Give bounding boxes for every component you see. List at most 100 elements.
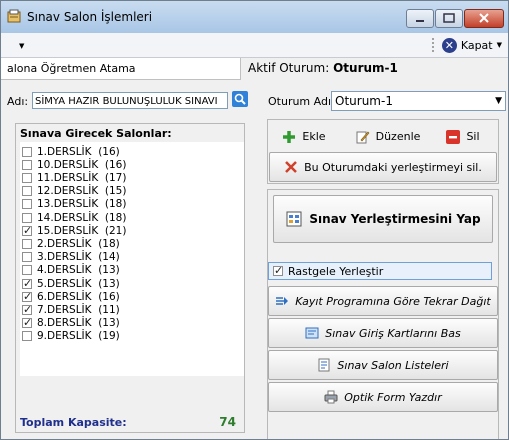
capacity-value: 74 [219, 415, 236, 429]
salon-list-item[interactable]: 7.DERSLİK (11) [22, 303, 120, 316]
salon-checkbox[interactable] [22, 277, 32, 290]
chevron-down-icon: ▼ [495, 96, 502, 106]
print-optik-label: Optik Form Yazdır [344, 390, 442, 404]
salon-checkbox[interactable] [22, 290, 32, 303]
redistribute-icon [276, 297, 289, 305]
salon-label: 7.DERSLİK (11) [37, 303, 120, 316]
salon-list-item[interactable]: 10.DERSLİK (16) [22, 158, 126, 171]
salon-checkbox[interactable] [22, 331, 32, 342]
salon-list-item[interactable]: 9.DERSLİK (19) [22, 330, 120, 343]
close-icon: ✕ [441, 37, 457, 53]
random-placement-checkbox[interactable] [273, 264, 283, 277]
salon-checkbox[interactable] [22, 316, 32, 329]
delete-button[interactable]: Sil [438, 124, 488, 149]
add-label: Ekle [302, 130, 326, 143]
salon-list-item[interactable]: 1.DERSLİK (16) [22, 145, 120, 158]
left-pane: Adı: SİMYA HAZIR BULUNUŞLULUK SINAVI Sın… [1, 83, 257, 439]
clear-placement-button[interactable]: Bu Oturumdaki yerleştirmeyi sil. [269, 152, 497, 182]
session-select[interactable]: Oturum-1 ▼ [331, 91, 506, 111]
close-dropdown-icon: ▼ [496, 41, 502, 49]
print-cards-label: Sınav Giriş Kartlarını Bas [325, 326, 461, 340]
salon-label: 8.DERSLİK (13) [37, 317, 120, 330]
salon-label: 1.DERSLİK (16) [37, 145, 120, 158]
minimize-button[interactable] [406, 9, 434, 28]
salonlar-title: Sınava Girecek Salonlar: [20, 127, 172, 140]
salon-list-item[interactable]: 14.DERSLİK (18) [22, 211, 126, 224]
session-select-value: Oturum-1 [335, 94, 393, 108]
salonlar-group: Sınava Girecek Salonlar: 1.DERSLİK (16) 1… [15, 123, 245, 433]
salon-checkbox[interactable] [22, 252, 32, 263]
title-bar: Sınav Salon İşlemleri [1, 1, 508, 33]
app-window: Sınav Salon İşlemleri ▼ ✕ Kapat ▼ alona … [0, 0, 509, 440]
salon-list[interactable]: 1.DERSLİK (16) 10.DERSLİK (16) 11.DERSLİK … [20, 142, 244, 376]
salon-list-item[interactable]: 6.DERSLİK (16) [22, 290, 120, 303]
tab-ogretmen-atama[interactable]: alona Öğretmen Atama [1, 58, 241, 80]
toolbar-grip-icon [432, 38, 434, 52]
x-icon [285, 161, 297, 173]
right-pane: Oturum Adı: Oturum-1 ▼ Ekle Düzenle Sil … [259, 83, 508, 439]
salon-checkbox[interactable] [22, 212, 32, 223]
window-title: Sınav Salon İşlemleri [27, 10, 153, 24]
random-placement-toggle[interactable]: Rastgele Yerleştir [268, 262, 492, 280]
exam-name-field[interactable]: SİMYA HAZIR BULUNUŞLULUK SINAVI [32, 92, 228, 109]
salon-label: 10.DERSLİK (16) [37, 158, 127, 171]
salon-checkbox[interactable] [22, 265, 32, 276]
redistribute-label: Kayıt Programına Göre Tekrar Dağıt [295, 294, 491, 308]
salon-label: 2.DERSLİK (18) [37, 237, 120, 250]
place-exam-button[interactable]: Sınav Yerleştirmesini Yap [273, 195, 493, 243]
minimize-icon [416, 20, 424, 22]
app-icon [7, 9, 21, 23]
window-close-button[interactable] [464, 9, 504, 28]
salon-list-item[interactable]: 3.DERSLİK (14) [22, 251, 120, 264]
edit-icon [356, 131, 370, 143]
toolbar-dropdown-arrow[interactable]: ▼ [19, 42, 24, 50]
tab-bar: alona Öğretmen Atama Aktif Oturum: Oturu… [1, 58, 508, 80]
toolbar: ▼ ✕ Kapat ▼ [1, 33, 508, 58]
list-icon [318, 358, 330, 372]
salon-label: 11.DERSLİK (17) [37, 171, 127, 184]
salon-checkbox[interactable] [22, 146, 32, 157]
salon-list-item[interactable]: 13.DERSLİK (18) [22, 198, 126, 211]
salon-checkbox[interactable] [22, 186, 32, 197]
salon-list-item[interactable]: 4.DERSLİK (13) [22, 264, 120, 277]
session-actions-group: Ekle Düzenle Sil Bu Oturumdaki yerleştir… [267, 119, 499, 184]
seating-icon [286, 211, 302, 227]
salon-checkbox[interactable] [22, 224, 32, 237]
placement-group: Sınav Yerleştirmesini Yap Rastgele Yerle… [267, 189, 499, 439]
salon-list-item[interactable]: 12.DERSLİK (15) [22, 185, 126, 198]
salon-label: 3.DERSLİK (14) [37, 251, 120, 264]
salon-lists-label: Sınav Salon Listeleri [337, 358, 449, 372]
salon-list-item[interactable]: 11.DERSLİK (17) [22, 171, 126, 184]
salon-checkbox[interactable] [22, 159, 32, 170]
plus-icon [283, 130, 296, 143]
salon-list-item[interactable]: 5.DERSLİK (13) [22, 277, 120, 290]
printer-icon [324, 390, 338, 404]
exam-name-label: Adı: [7, 95, 29, 108]
place-exam-label: Sınav Yerleştirmesini Yap [309, 212, 481, 226]
search-icon[interactable] [232, 91, 248, 107]
salon-checkbox[interactable] [22, 172, 32, 183]
salon-label: 12.DERSLİK (15) [37, 185, 127, 198]
salon-list-item[interactable]: 2.DERSLİK (18) [22, 237, 120, 250]
maximize-button[interactable] [435, 9, 463, 28]
card-icon [305, 327, 319, 339]
salon-checkbox[interactable] [22, 238, 32, 249]
salon-label: 6.DERSLİK (16) [37, 290, 120, 303]
minus-icon [446, 129, 461, 144]
salon-checkbox[interactable] [22, 199, 32, 210]
salon-list-item[interactable]: 8.DERSLİK (13) [22, 316, 120, 330]
edit-label: Düzenle [375, 130, 421, 143]
salon-checkbox[interactable] [22, 303, 32, 316]
edit-button[interactable]: Düzenle [348, 124, 428, 149]
add-button[interactable]: Ekle [276, 124, 332, 149]
capacity-label: Toplam Kapasite: [20, 416, 127, 429]
salon-lists-button[interactable]: Sınav Salon Listeleri [268, 350, 498, 380]
redistribute-button[interactable]: Kayıt Programına Göre Tekrar Dağıt [268, 286, 498, 316]
salon-label: 9.DERSLİK (19) [37, 330, 120, 343]
close-button[interactable]: ✕ Kapat ▼ [441, 36, 502, 54]
salon-list-item[interactable]: 15.DERSLİK (21) [22, 224, 126, 237]
salon-label: 5.DERSLİK (13) [37, 277, 120, 290]
print-cards-button[interactable]: Sınav Giriş Kartlarını Bas [268, 318, 498, 348]
active-session-value: Oturum-1 [333, 61, 398, 75]
print-optik-button[interactable]: Optik Form Yazdır [268, 382, 498, 412]
